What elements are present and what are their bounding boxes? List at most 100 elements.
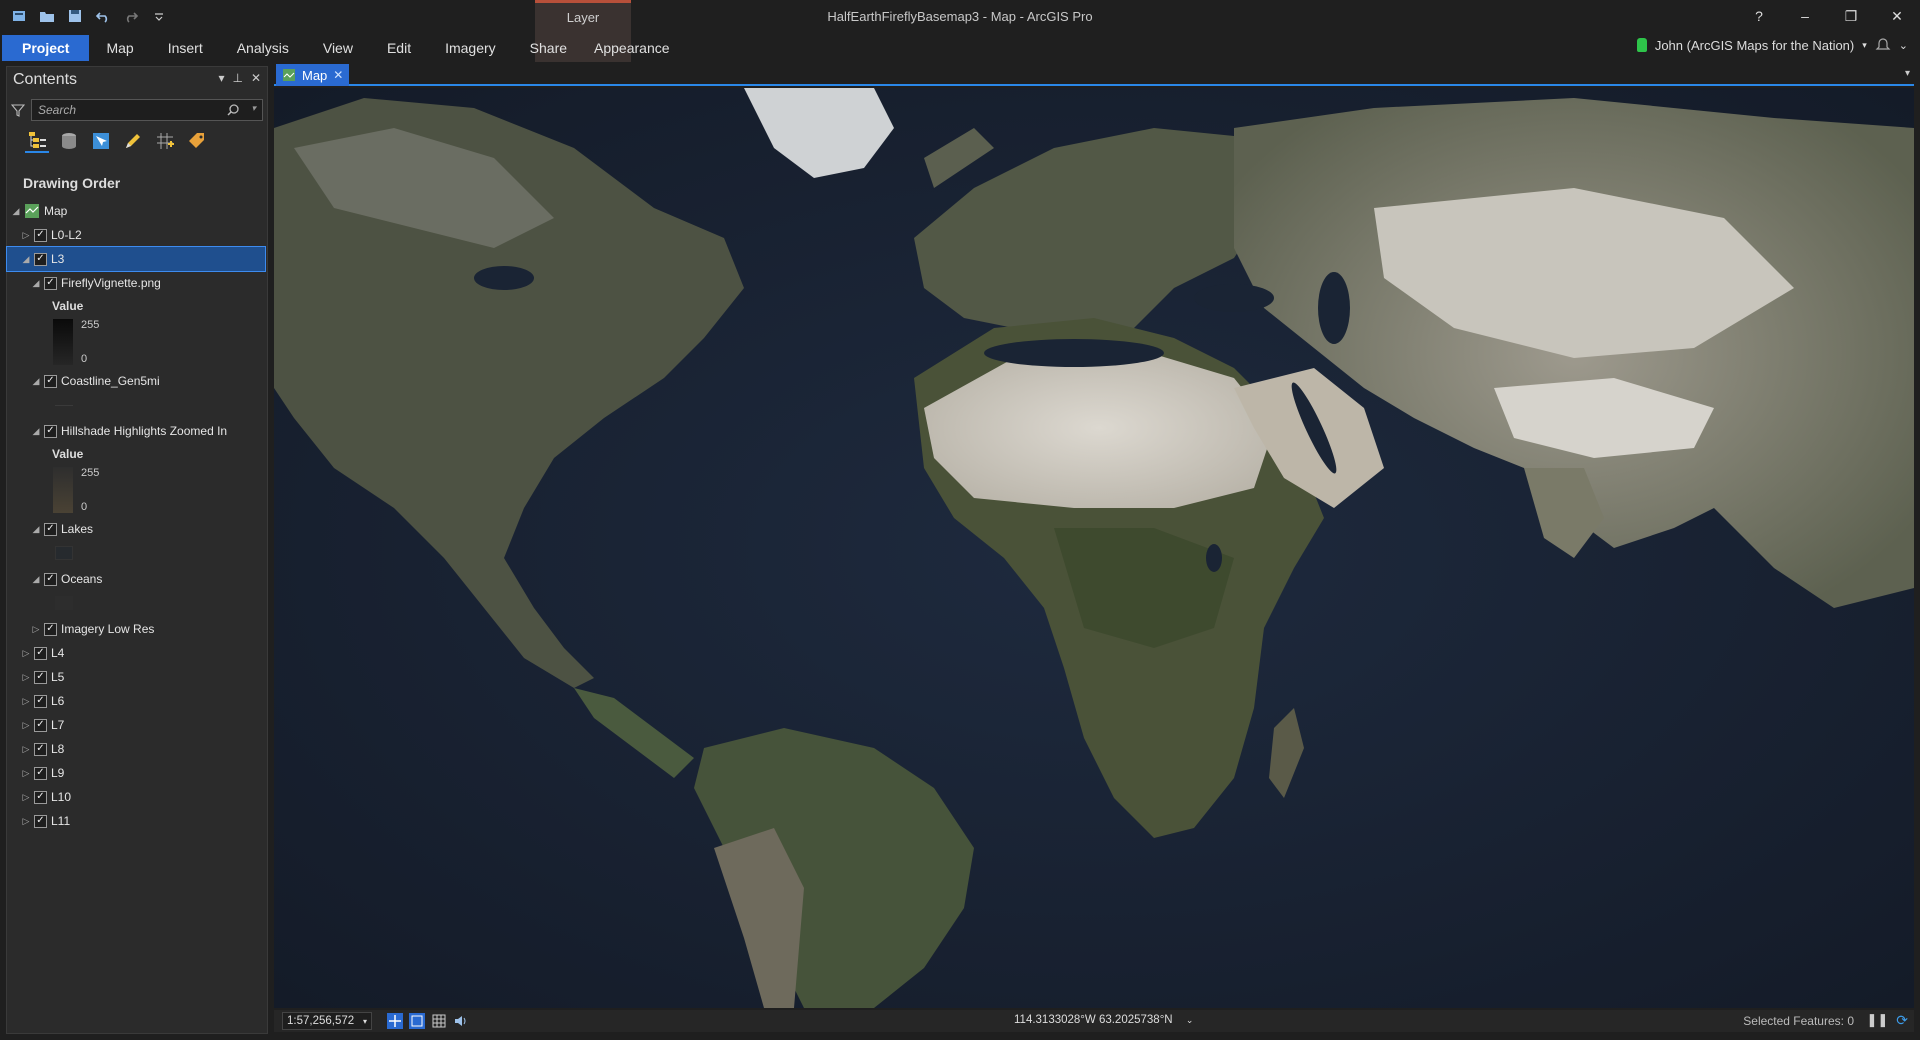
- notification-bell-icon[interactable]: [1875, 37, 1891, 53]
- tab-overflow-icon[interactable]: ▾: [1905, 68, 1910, 79]
- pin-icon[interactable]: ⊥: [232, 71, 242, 85]
- visibility-checkbox[interactable]: ✓: [34, 670, 47, 684]
- visibility-checkbox[interactable]: ✓: [34, 766, 47, 780]
- visibility-checkbox[interactable]: ✓: [44, 622, 57, 636]
- tree-layer-imagery[interactable]: ▷ ✓ Imagery Low Res: [7, 617, 267, 641]
- tree-layer-firefly-vignette[interactable]: ◢ ✓ FireflyVignette.png: [7, 271, 267, 295]
- visibility-checkbox[interactable]: ✓: [44, 522, 57, 536]
- customize-toolbar-icon[interactable]: [148, 6, 170, 26]
- new-project-icon[interactable]: [8, 6, 30, 26]
- tree-layer-l9[interactable]: ▷ ✓ L9: [7, 761, 267, 785]
- collapse-icon[interactable]: ◢: [31, 376, 41, 387]
- tree-layer-hillshade[interactable]: ◢ ✓ Hillshade Highlights Zoomed In: [7, 419, 267, 443]
- pane-close-icon[interactable]: ✕: [251, 71, 261, 85]
- selected-features-count[interactable]: Selected Features: 0: [1743, 1014, 1854, 1028]
- expand-icon[interactable]: ▷: [21, 696, 31, 707]
- tree-layer-l4[interactable]: ▷ ✓ L4: [7, 641, 267, 665]
- tree-layer-l11[interactable]: ▷ ✓ L11: [7, 809, 267, 833]
- user-dropdown-icon[interactable]: ▾: [1862, 40, 1867, 51]
- filter-icon[interactable]: [11, 103, 25, 117]
- search-icon[interactable]: [226, 103, 240, 117]
- cursor-coordinates[interactable]: 114.3133028°W 63.2025738°N ⌄: [1014, 1014, 1193, 1026]
- pause-drawing-icon[interactable]: ❚❚: [1866, 1012, 1888, 1029]
- tree-layer-lakes[interactable]: ◢ ✓ Lakes: [7, 517, 267, 541]
- list-by-data-source-icon[interactable]: [57, 129, 81, 153]
- visibility-checkbox[interactable]: ✓: [34, 228, 47, 242]
- visibility-checkbox[interactable]: ✓: [34, 718, 47, 732]
- tab-share[interactable]: Share: [513, 35, 584, 61]
- open-folder-icon[interactable]: [36, 6, 58, 26]
- tab-appearance[interactable]: Appearance: [584, 35, 680, 61]
- tree-layer-l3[interactable]: ◢ ✓ L3: [6, 246, 266, 272]
- collapse-icon[interactable]: ◢: [31, 524, 41, 535]
- visibility-checkbox[interactable]: ✓: [44, 424, 57, 438]
- visibility-checkbox[interactable]: ✓: [34, 790, 47, 804]
- list-by-editing-icon[interactable]: [121, 129, 145, 153]
- tree-layer-coastline[interactable]: ◢ ✓ Coastline_Gen5mi: [7, 369, 267, 393]
- tab-view[interactable]: View: [306, 35, 370, 61]
- tree-layer-l10[interactable]: ▷ ✓ L10: [7, 785, 267, 809]
- visibility-checkbox[interactable]: ✓: [44, 572, 57, 586]
- refresh-icon[interactable]: ⟳: [1896, 1012, 1908, 1029]
- visibility-checkbox[interactable]: ✓: [34, 742, 47, 756]
- collapse-icon[interactable]: ◢: [31, 278, 41, 289]
- visibility-checkbox[interactable]: ✓: [34, 694, 47, 708]
- scale-dropdown[interactable]: 1:57,256,572 ▾: [282, 1012, 372, 1030]
- expand-icon[interactable]: ▷: [21, 816, 31, 827]
- visibility-checkbox[interactable]: ✓: [44, 374, 57, 388]
- list-by-selection-icon[interactable]: [89, 129, 113, 153]
- tree-layer-l6[interactable]: ▷ ✓ L6: [7, 689, 267, 713]
- close-button[interactable]: ✕: [1874, 0, 1920, 32]
- tab-analysis[interactable]: Analysis: [220, 35, 306, 61]
- tab-close-icon[interactable]: ✕: [333, 68, 343, 82]
- user-name[interactable]: John (ArcGIS Maps for the Nation): [1655, 38, 1854, 53]
- search-input[interactable]: Search ▾: [31, 99, 263, 121]
- coordinates-dropdown-icon[interactable]: ⌄: [1186, 1015, 1194, 1025]
- tab-project[interactable]: Project: [2, 35, 90, 61]
- tree-layer-l8[interactable]: ▷ ✓ L8: [7, 737, 267, 761]
- expand-icon[interactable]: ▷: [21, 792, 31, 803]
- world-imagery-map[interactable]: [274, 88, 1914, 1008]
- grid-icon[interactable]: [430, 1012, 448, 1030]
- collapse-icon[interactable]: ◢: [21, 254, 31, 265]
- tree-layer-oceans[interactable]: ◢ ✓ Oceans: [7, 567, 267, 591]
- snapping-icon[interactable]: [408, 1012, 426, 1030]
- expand-icon[interactable]: ▷: [21, 648, 31, 659]
- list-by-labeling-icon[interactable]: [185, 129, 209, 153]
- restore-button[interactable]: ❐: [1828, 0, 1874, 32]
- tab-insert[interactable]: Insert: [151, 35, 220, 61]
- line-symbol-swatch[interactable]: [55, 405, 73, 406]
- visibility-checkbox[interactable]: ✓: [34, 814, 47, 828]
- help-button[interactable]: ?: [1736, 0, 1782, 32]
- sound-icon[interactable]: [452, 1012, 470, 1030]
- pane-options-icon[interactable]: ▾: [218, 71, 224, 85]
- collapse-icon[interactable]: ◢: [31, 426, 41, 437]
- scale-dropdown-icon[interactable]: ▾: [363, 1017, 367, 1026]
- navigation-mode-icon[interactable]: [386, 1012, 404, 1030]
- tab-edit[interactable]: Edit: [370, 35, 428, 61]
- search-dropdown-icon[interactable]: ▾: [251, 103, 256, 114]
- polygon-symbol-swatch[interactable]: [55, 546, 73, 560]
- collapse-icon[interactable]: ◢: [31, 574, 41, 585]
- expand-icon[interactable]: ▷: [21, 230, 31, 241]
- tab-imagery[interactable]: Imagery: [428, 35, 513, 61]
- expand-icon[interactable]: ▷: [31, 624, 41, 635]
- expand-icon[interactable]: ▷: [21, 672, 31, 683]
- undo-icon[interactable]: [92, 6, 114, 26]
- map-view-tab[interactable]: Map ✕: [276, 64, 350, 86]
- tree-layer-l7[interactable]: ▷ ✓ L7: [7, 713, 267, 737]
- expand-icon[interactable]: ▷: [21, 768, 31, 779]
- expand-icon[interactable]: ▷: [21, 720, 31, 731]
- expand-icon[interactable]: ▷: [21, 744, 31, 755]
- visibility-checkbox[interactable]: ✓: [44, 276, 57, 290]
- tree-map-node[interactable]: ◢ Map: [7, 199, 267, 223]
- map-canvas[interactable]: [274, 88, 1914, 1008]
- visibility-checkbox[interactable]: ✓: [34, 646, 47, 660]
- tree-layer-l0-l2[interactable]: ▷ ✓ L0-L2: [7, 223, 267, 247]
- minimize-button[interactable]: –: [1782, 0, 1828, 32]
- visibility-checkbox[interactable]: ✓: [34, 252, 47, 266]
- list-by-snapping-icon[interactable]: [153, 129, 177, 153]
- polygon-symbol-swatch[interactable]: [55, 596, 73, 610]
- tree-layer-l5[interactable]: ▷ ✓ L5: [7, 665, 267, 689]
- list-by-drawing-order-icon[interactable]: [25, 129, 49, 153]
